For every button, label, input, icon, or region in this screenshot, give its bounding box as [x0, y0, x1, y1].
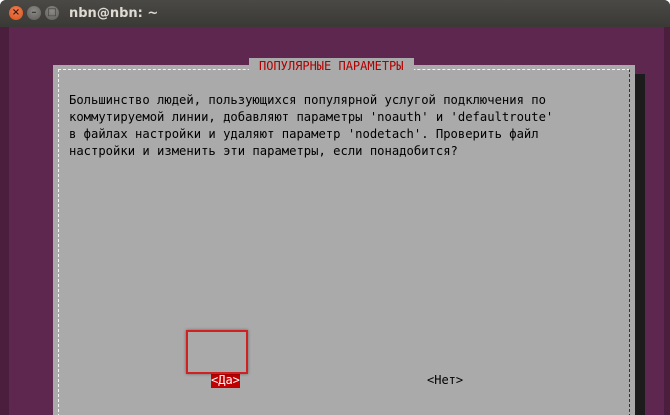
- terminal-area: ПОПУЛЯРНЫЕ ПАРАМЕТРЫ Большинство людей, …: [0, 27, 670, 415]
- close-icon[interactable]: ×: [9, 6, 23, 20]
- yes-button[interactable]: <Да>: [211, 373, 240, 388]
- dialog-title-text: ПОПУЛЯРНЫЕ ПАРАМЕТРЫ: [259, 59, 404, 73]
- title-bar[interactable]: × – □ nbn@nbn: ~: [0, 0, 670, 27]
- message-line: в файлах настройки и удаляют параметр 'n…: [69, 127, 539, 141]
- dialog-message: Большинство людей, пользующихся популярн…: [69, 92, 629, 160]
- yes-button-highlight: [186, 330, 248, 374]
- terminal-window: × – □ nbn@nbn: ~ ПОПУЛЯРНЫЕ ПАРАМЕТРЫ Бо…: [0, 0, 670, 415]
- minimize-icon[interactable]: –: [27, 6, 41, 20]
- maximize-icon[interactable]: □: [45, 6, 59, 20]
- message-line: настройки и изменить эти параметры, если…: [69, 144, 458, 158]
- dialog-title: ПОПУЛЯРНЫЕ ПАРАМЕТРЫ: [249, 58, 414, 74]
- terminal-background: ПОПУЛЯРНЫЕ ПАРАМЕТРЫ Большинство людей, …: [9, 27, 664, 415]
- message-line: Большинство людей, пользующихся популярн…: [69, 93, 546, 107]
- message-line: коммутируемой линии, добавляют параметры…: [69, 110, 554, 124]
- no-button[interactable]: <Нет>: [427, 373, 463, 388]
- window-title: nbn@nbn: ~: [69, 6, 159, 21]
- config-dialog: ПОПУЛЯРНЫЕ ПАРАМЕТРЫ Большинство людей, …: [53, 58, 635, 415]
